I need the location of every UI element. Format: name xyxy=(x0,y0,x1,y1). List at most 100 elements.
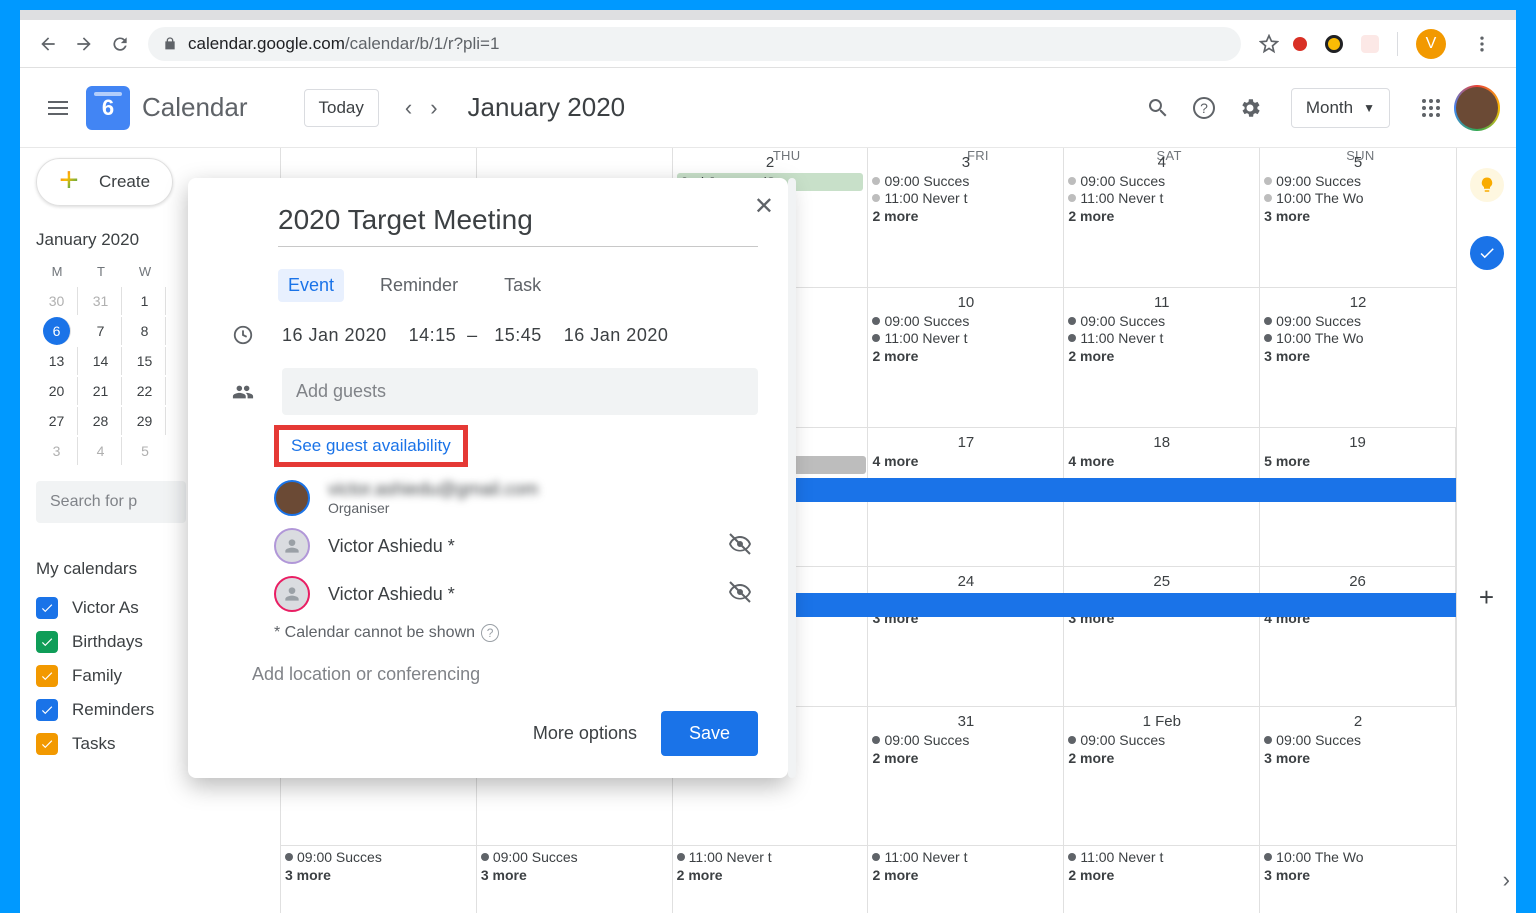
event-item[interactable]: 11:00 Never t xyxy=(872,849,1059,865)
event-item[interactable]: 09:00 Succes xyxy=(1264,313,1452,329)
more-events-link[interactable]: 3 more xyxy=(285,867,472,883)
help-icon[interactable]: ? xyxy=(1181,85,1227,131)
more-events-link[interactable]: 3 more xyxy=(1264,208,1452,224)
mini-day[interactable]: 4 xyxy=(80,437,122,465)
mini-day[interactable]: 22 xyxy=(124,377,166,405)
day-cell[interactable]: 1209:00 Succes10:00 The Wo3 more xyxy=(1260,288,1456,426)
more-options-button[interactable]: More options xyxy=(533,723,637,744)
tasks-icon[interactable] xyxy=(1470,236,1504,270)
event-item[interactable]: 11:00 Never t xyxy=(1068,849,1255,865)
more-events-link[interactable]: 4 more xyxy=(872,453,1059,469)
add-addon-icon[interactable]: + xyxy=(1479,582,1494,613)
day-cell[interactable]: 409:00 Succes11:00 Never t2 more xyxy=(1064,148,1260,287)
event-item[interactable]: 09:00 Succes xyxy=(1264,173,1452,189)
tab-reminder[interactable]: Reminder xyxy=(370,269,468,302)
close-icon[interactable]: ✕ xyxy=(754,192,774,221)
day-cell[interactable]: 509:00 Succes10:00 The Wo3 more xyxy=(1260,148,1456,287)
mini-day[interactable]: 28 xyxy=(80,407,122,435)
mini-day[interactable]: 1 xyxy=(124,287,166,315)
mini-day[interactable]: 14 xyxy=(80,347,122,375)
event-item[interactable]: 11:00 Never t xyxy=(1068,190,1255,206)
prev-period-icon[interactable]: ‹ xyxy=(405,95,412,121)
mini-day[interactable]: 5 xyxy=(124,437,166,465)
reload-icon[interactable] xyxy=(102,26,138,62)
day-cell[interactable]: 11:00 Never t 2 more xyxy=(673,846,869,913)
browser-profile-avatar[interactable]: V xyxy=(1416,29,1446,59)
more-events-link[interactable]: 2 more xyxy=(1068,208,1255,224)
event-item[interactable]: 11:00 Never t xyxy=(872,330,1059,346)
add-guests-input[interactable]: Add guests xyxy=(282,368,758,415)
see-guest-availability-link[interactable]: See guest availability xyxy=(291,436,451,455)
help-icon[interactable]: ? xyxy=(481,624,499,642)
event-item[interactable]: 11:00 Never t xyxy=(872,190,1059,206)
main-menu-icon[interactable] xyxy=(36,86,80,130)
event-item[interactable]: 10:00 The Wo xyxy=(1264,330,1452,346)
more-events-link[interactable]: 5 more xyxy=(1264,453,1451,469)
mini-day[interactable]: 29 xyxy=(124,407,166,435)
apps-grid-icon[interactable] xyxy=(1408,85,1454,131)
search-people-input[interactable]: Search for p xyxy=(36,481,186,523)
event-item[interactable]: 09:00 Succes xyxy=(1264,732,1452,748)
more-events-link[interactable]: 3 more xyxy=(1264,348,1452,364)
mini-day[interactable]: 7 xyxy=(80,317,122,345)
day-cell[interactable]: 11:00 Never t 2 more xyxy=(1064,846,1260,913)
event-item[interactable]: 09:00 Succes xyxy=(285,849,472,865)
account-avatar[interactable] xyxy=(1454,85,1500,131)
kebab-menu-icon[interactable] xyxy=(1464,26,1500,62)
more-events-link[interactable]: 3 more xyxy=(481,867,668,883)
more-events-link[interactable]: 3 more xyxy=(1264,867,1452,883)
day-cell[interactable]: 10:00 The Wo 3 more xyxy=(1260,846,1456,913)
day-cell[interactable]: 3109:00 Succes2 more xyxy=(868,707,1064,845)
event-item[interactable]: 10:00 The Wo xyxy=(1264,190,1452,206)
mini-day[interactable]: 30 xyxy=(36,287,78,315)
more-events-link[interactable]: 2 more xyxy=(872,208,1059,224)
mini-day[interactable]: 20 xyxy=(36,377,78,405)
more-events-link[interactable]: 2 more xyxy=(872,750,1059,766)
day-cell[interactable]: 09:00 Succes 3 more xyxy=(281,846,477,913)
event-item[interactable]: 09:00 Succes xyxy=(1068,173,1255,189)
day-cell[interactable]: 1 Feb09:00 Succes2 more xyxy=(1064,707,1260,845)
more-events-link[interactable]: 4 more xyxy=(1068,453,1255,469)
event-item[interactable]: 09:00 Succes xyxy=(481,849,668,865)
mini-day[interactable]: 31 xyxy=(80,287,122,315)
more-events-link[interactable]: 2 more xyxy=(677,867,864,883)
mini-day[interactable]: 8 xyxy=(124,317,166,345)
event-item[interactable]: 09:00 Succes xyxy=(872,313,1059,329)
extension-icon[interactable] xyxy=(1361,35,1379,53)
view-selector[interactable]: Month▼ xyxy=(1291,88,1390,128)
visibility-off-icon[interactable] xyxy=(728,580,752,609)
extension-icon[interactable] xyxy=(1325,35,1343,53)
day-cell[interactable]: 2509:00 Succes3 more xyxy=(1064,567,1260,705)
event-item[interactable]: 11:00 Never t xyxy=(677,849,864,865)
forward-icon[interactable] xyxy=(66,26,102,62)
day-cell[interactable]: 11:00 Never t2 more xyxy=(868,846,1064,913)
event-time[interactable]: 16 Jan 2020 14:15 – 15:45 16 Jan 2020 xyxy=(282,325,668,346)
keep-icon[interactable] xyxy=(1470,168,1504,202)
more-events-link[interactable]: 2 more xyxy=(1068,867,1255,883)
mini-day[interactable]: 6 xyxy=(43,317,71,345)
event-title[interactable]: 2020 Target Meeting xyxy=(278,200,758,247)
tab-task[interactable]: Task xyxy=(494,269,551,302)
tab-event[interactable]: Event xyxy=(278,269,344,302)
more-events-link[interactable]: 2 more xyxy=(872,348,1059,364)
card-scrollbar[interactable] xyxy=(788,178,796,778)
day-cell[interactable]: 2409:00 Succes3 more xyxy=(868,567,1064,705)
mini-day[interactable]: 13 xyxy=(36,347,78,375)
mini-day[interactable]: 3 xyxy=(36,437,78,465)
event-item[interactable]: 09:00 Succes xyxy=(1068,313,1255,329)
save-button[interactable]: Save xyxy=(661,711,758,756)
more-events-link[interactable]: 2 more xyxy=(1068,750,1255,766)
day-cell[interactable]: 09:00 Succes 3 more xyxy=(477,846,673,913)
event-item[interactable]: 10:00 The Wo xyxy=(1264,849,1452,865)
day-cell[interactable]: 309:00 Succes11:00 Never t2 more xyxy=(868,148,1064,287)
next-period-icon[interactable]: › xyxy=(430,95,437,121)
day-cell[interactable]: 1109:00 Succes11:00 Never t2 more xyxy=(1064,288,1260,426)
search-icon[interactable] xyxy=(1135,85,1181,131)
address-bar[interactable]: calendar.google.com/calendar/b/1/r?pli=1 xyxy=(148,27,1241,61)
extension-icon[interactable] xyxy=(1293,37,1307,51)
mini-day[interactable]: 27 xyxy=(36,407,78,435)
star-icon[interactable] xyxy=(1251,26,1287,62)
visibility-off-icon[interactable] xyxy=(728,532,752,561)
settings-icon[interactable] xyxy=(1227,85,1273,131)
more-events-link[interactable]: 3 more xyxy=(1264,750,1452,766)
